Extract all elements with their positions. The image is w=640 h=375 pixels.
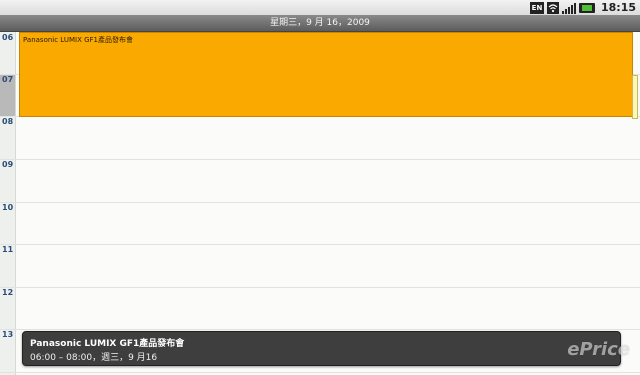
hour-label: 08	[2, 117, 14, 126]
hour-divider	[0, 202, 640, 203]
event-resize-handle[interactable]	[632, 75, 638, 119]
hour-divider	[0, 372, 640, 373]
input-lang-icon: EN	[529, 1, 544, 14]
date-header[interactable]: 星期三，9 月 16，2009	[0, 15, 640, 32]
calendar-event[interactable]: Panasonic LUMIX GF1產品發布會	[19, 32, 638, 119]
hour-divider	[0, 159, 640, 160]
hour-label: 06	[2, 33, 14, 42]
status-bar: EN 18:15	[0, 0, 640, 16]
hour-divider	[0, 329, 640, 330]
watermark-logo: ePrice	[567, 339, 630, 360]
event-popup[interactable]: Panasonic LUMIX GF1產品發布會 06:00 – 08:00，週…	[22, 331, 621, 366]
battery-icon	[578, 2, 595, 13]
hour-label: 10	[2, 203, 14, 212]
hour-label: 09	[2, 160, 14, 169]
event-title: Panasonic LUMIX GF1產品發布會	[23, 36, 134, 44]
status-icons: EN 18:15	[529, 0, 636, 15]
hour-label: 12	[2, 288, 14, 297]
clock: 18:15	[600, 1, 636, 14]
hour-label: 07	[2, 75, 14, 84]
popup-title: Panasonic LUMIX GF1產品發布會	[30, 339, 185, 349]
signal-icon	[561, 2, 576, 14]
popup-time: 06:00 – 08:00，週三，9 月16	[30, 353, 158, 363]
wifi-icon	[546, 1, 559, 14]
hour-divider	[0, 287, 640, 288]
hour-label: 13	[2, 330, 14, 339]
hour-label: 11	[2, 245, 14, 254]
hour-divider	[0, 244, 640, 245]
